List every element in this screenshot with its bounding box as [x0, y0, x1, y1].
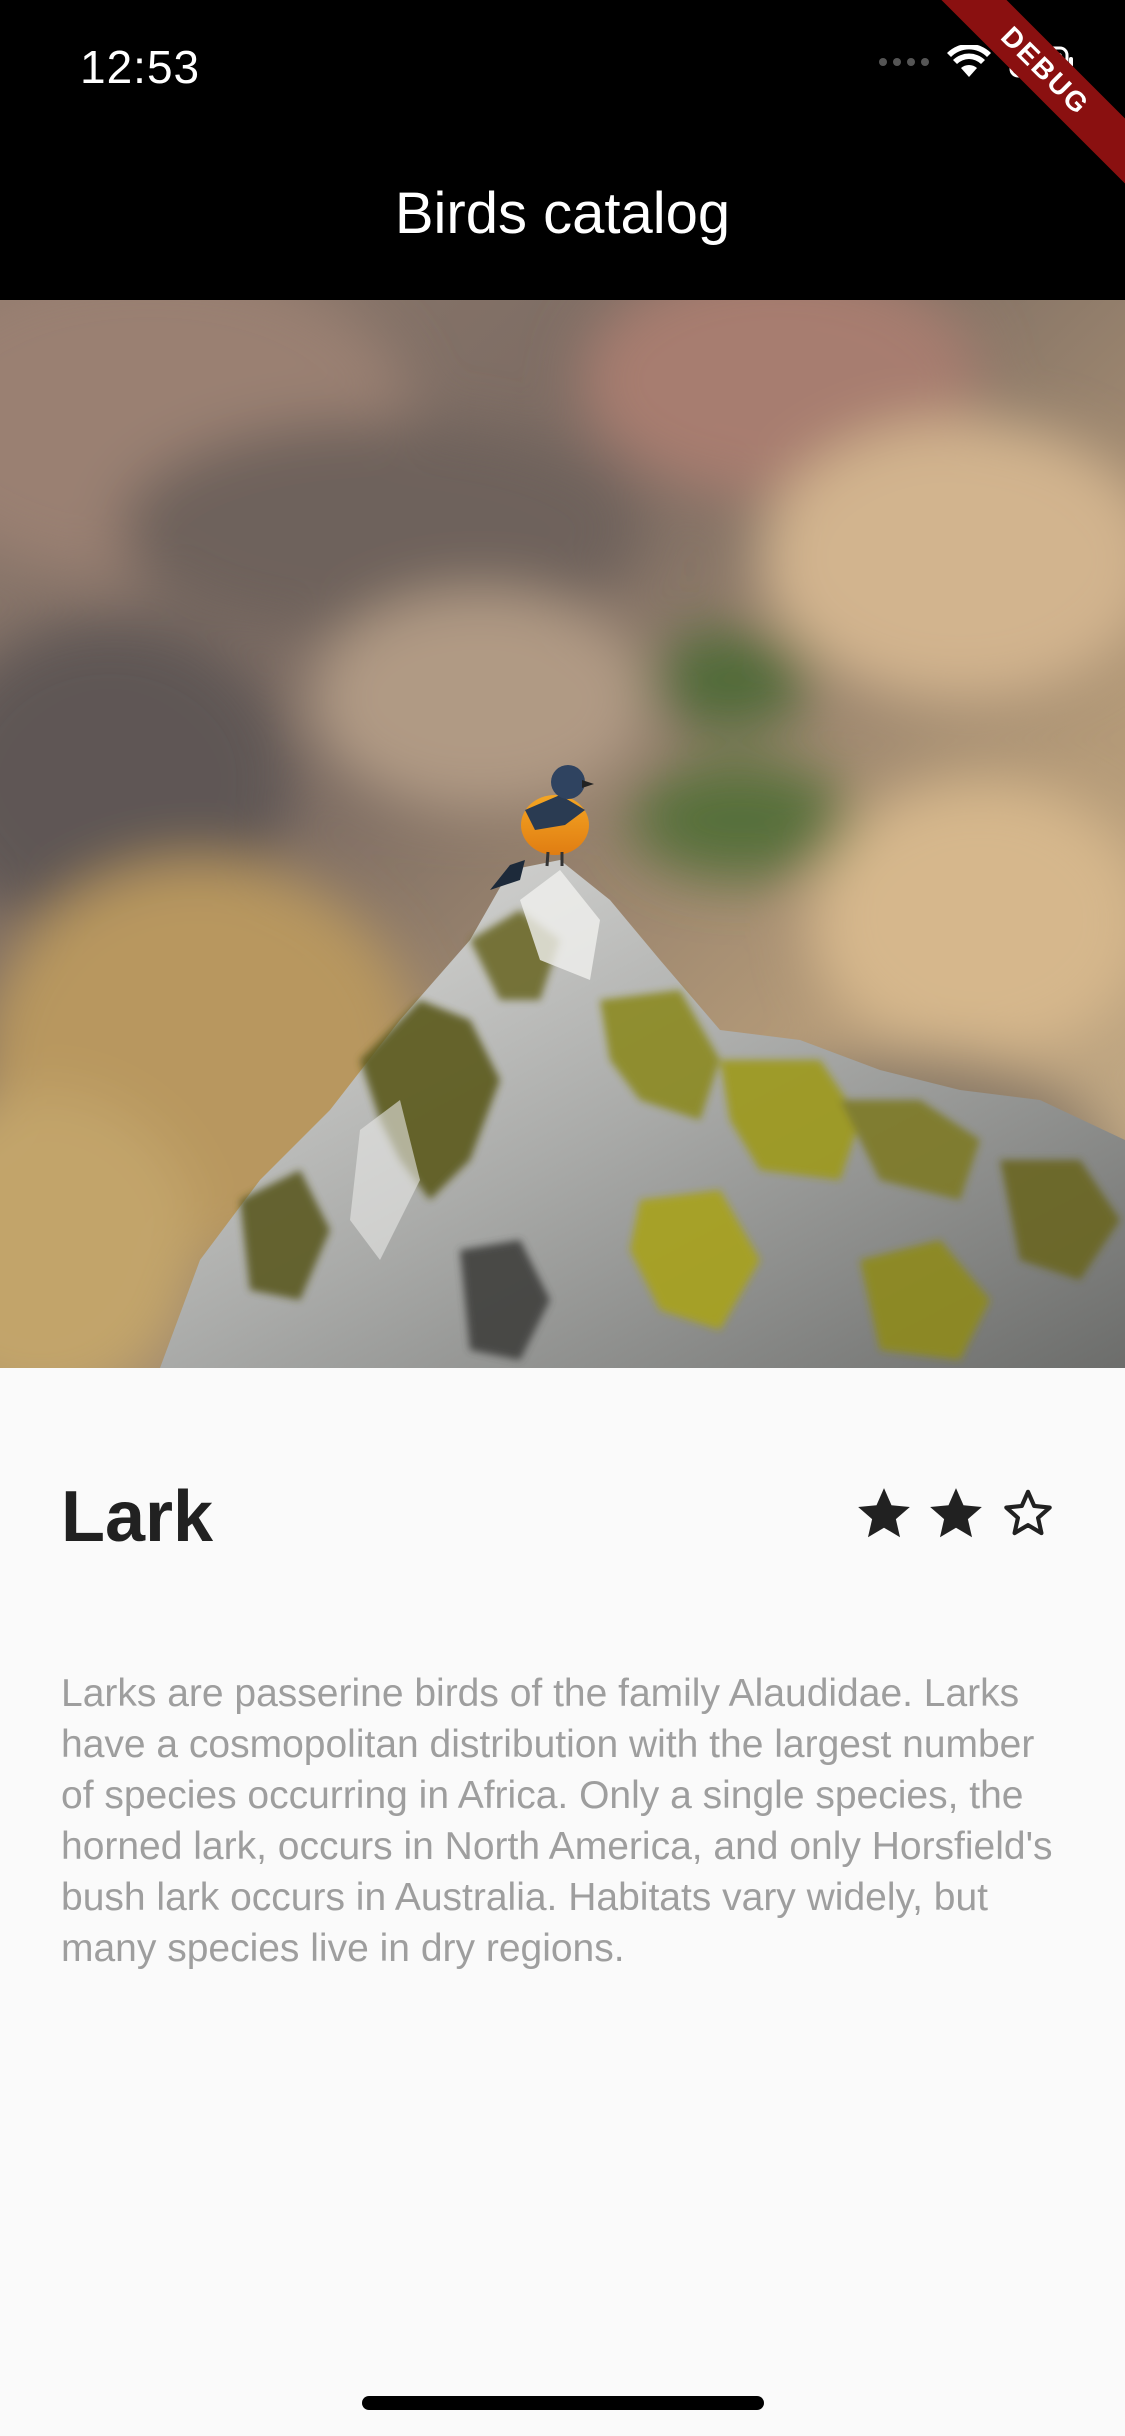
status-time: 12:53: [80, 41, 201, 93]
star-filled-icon[interactable]: [853, 1483, 915, 1545]
rating-stars: [853, 1483, 1059, 1545]
debug-banner-label: DEBUG: [925, 0, 1125, 194]
screen: 12:53 Birds catalog DEBUG Lark Larks are…: [0, 0, 1125, 2436]
star-outline-icon[interactable]: [997, 1483, 1059, 1545]
cellular-signal-icon: [879, 58, 929, 66]
app-bar: 12:53 Birds catalog DEBUG: [0, 0, 1125, 300]
debug-banner: DEBUG: [925, 0, 1125, 200]
bird-name: Lark: [61, 1477, 214, 1557]
home-indicator[interactable]: [362, 2396, 764, 2410]
bird-photo-image: [0, 300, 1125, 1368]
star-filled-icon[interactable]: [925, 1483, 987, 1545]
bird-photo: [0, 300, 1125, 1368]
bird-description: Larks are passerine birds of the family …: [61, 1672, 1053, 1970]
bird-details: Lark Larks are passerine birds of the fa…: [0, 1368, 1125, 2436]
